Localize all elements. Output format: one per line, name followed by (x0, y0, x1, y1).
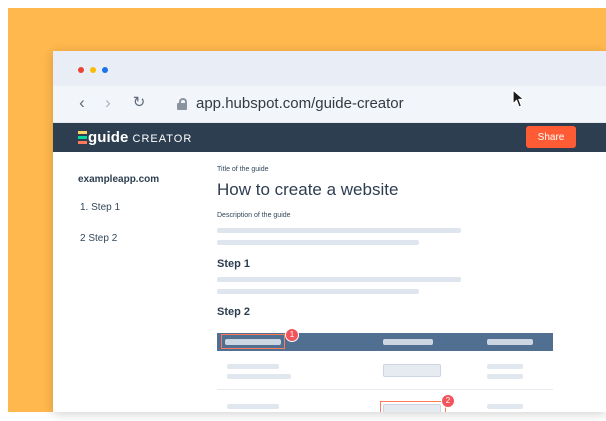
guide-title-input[interactable]: How to create a website (217, 180, 398, 200)
screenshot-highlight (221, 334, 285, 349)
editor-content: exampleapp.com 1. Step 1 2 Step 2 Title … (53, 152, 606, 412)
title-field-label: Title of the guide (217, 166, 269, 173)
reload-icon[interactable]: ↻ (128, 91, 150, 115)
logo-creator-text: CREATOR (132, 132, 193, 145)
screenshot-cell (487, 364, 523, 369)
app-header: guide CREATOR Share (53, 123, 606, 152)
description-field-label: Description of the guide (217, 212, 291, 219)
lock-icon (177, 98, 187, 110)
guide-creator-logo: guide CREATOR (78, 129, 192, 146)
screenshot-row-divider (217, 389, 553, 390)
step-marker-badge: 1 (285, 328, 299, 342)
step-2-screenshot[interactable]: 1 2 (217, 328, 553, 412)
screenshot-header-item (383, 339, 433, 345)
step-2-heading: Step 2 (217, 306, 251, 318)
screenshot-field (383, 404, 441, 412)
sidebar-site-name: exampleapp.com (78, 174, 160, 185)
screenshot-cell (487, 404, 523, 409)
guide-logo-icon (78, 131, 87, 144)
step-marker-badge: 2 (441, 394, 455, 408)
maximize-window-dot[interactable] (102, 67, 108, 73)
step-1-placeholder-line (217, 289, 419, 294)
screenshot-cell (227, 364, 279, 369)
screenshot-field (383, 364, 441, 377)
sidebar-item-step-1[interactable]: 1. Step 1 (80, 202, 120, 213)
description-placeholder-line[interactable] (217, 228, 461, 233)
mouse-cursor-icon (512, 89, 526, 108)
minimize-window-dot[interactable] (90, 67, 96, 73)
screenshot-cell (227, 374, 291, 379)
back-arrow-icon[interactable]: ‹ (71, 91, 93, 115)
browser-titlebar (53, 51, 606, 86)
sidebar-item-step-2[interactable]: 2 Step 2 (80, 233, 117, 244)
screenshot-cell (487, 374, 523, 379)
screenshot-header-item (487, 339, 533, 345)
screenshot-cell (227, 404, 279, 409)
close-window-dot[interactable] (78, 67, 84, 73)
logo-guide-text: guide (88, 129, 129, 146)
share-button[interactable]: Share (526, 126, 576, 148)
step-1-heading: Step 1 (217, 258, 251, 270)
forward-arrow-icon[interactable]: › (97, 91, 119, 115)
url-text[interactable]: app.hubspot.com/guide-creator (196, 95, 404, 112)
description-placeholder-line[interactable] (217, 240, 419, 245)
step-1-placeholder-line (217, 277, 461, 282)
